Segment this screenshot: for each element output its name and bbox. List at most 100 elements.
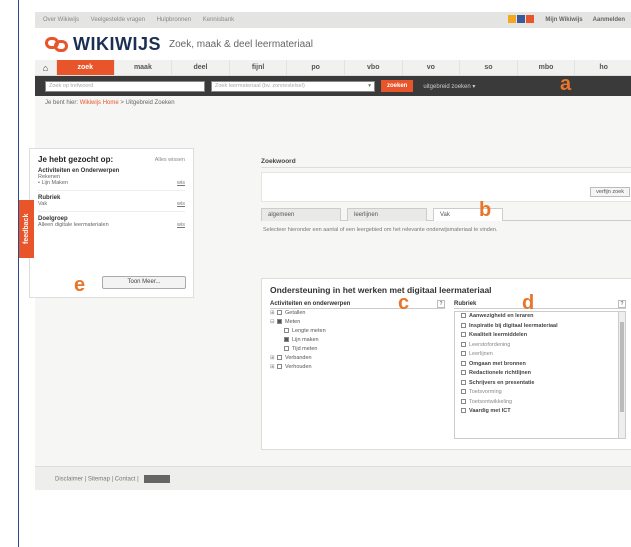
footer-links[interactable]: Disclaimer | Sitemap | Contact | — [55, 477, 139, 483]
checkbox[interactable] — [461, 360, 466, 366]
list-item[interactable]: Redactionele richtlijnen — [455, 369, 617, 379]
checkbox[interactable] — [277, 364, 282, 370]
facebook-icon[interactable] — [517, 15, 526, 23]
home-tab[interactable]: ⌂ — [35, 60, 57, 75]
tree-item[interactable]: Lengte meten — [270, 327, 445, 336]
list-item[interactable]: Kwaliteit leermiddelen — [455, 331, 617, 341]
checkbox[interactable] — [461, 332, 466, 338]
breadcrumb-home-link[interactable]: Wikiwijs Home — [80, 100, 119, 106]
tree-item[interactable]: ⊟ Meten — [270, 318, 445, 327]
remove-filter-link[interactable]: wis — [177, 222, 185, 228]
tab-vak[interactable]: Vak — [433, 208, 503, 221]
login-link[interactable]: Aanmelden — [593, 17, 625, 23]
list-item[interactable]: Toetsontwikkeling — [455, 398, 617, 408]
clear-all-link[interactable]: Alles wissen — [155, 157, 185, 163]
top-link[interactable]: Hulpbronnen — [157, 17, 191, 23]
tree-item[interactable]: Lijn maken — [270, 336, 445, 345]
help-icon[interactable]: ? — [437, 300, 445, 308]
main-nav: ⌂ zoek maak deel fijnl po vbo vo so mbo … — [35, 60, 631, 76]
brand-header: WIKIWIJS Zoek, maak & deel leermateriaal — [35, 28, 631, 60]
tab-zoek[interactable]: zoek — [57, 60, 115, 75]
list-item-label: Omgaan met bronnen — [469, 360, 526, 367]
tab-po[interactable]: po — [287, 60, 345, 75]
expand-icon[interactable]: ⊞ — [270, 309, 277, 318]
tree-item-label: Verbanden — [285, 355, 312, 361]
remove-filter-link[interactable]: wis — [177, 180, 185, 186]
support-title: Ondersteuning in het werken met digitaal… — [270, 285, 492, 295]
top-link[interactable]: Kennisbank — [203, 17, 234, 23]
checkbox[interactable] — [461, 408, 466, 414]
checkbox[interactable] — [461, 351, 466, 357]
checkbox[interactable] — [277, 319, 282, 325]
search-select-value: Zoek leermateriaal (bv. zonnestelsel) — [215, 82, 305, 89]
marker-a: a — [560, 73, 572, 95]
list-item[interactable]: Aanwezigheid en leraren — [455, 312, 617, 322]
tree-item[interactable]: ⊞ Verhouden — [270, 363, 445, 372]
tab-algemeen[interactable]: algemeen — [261, 208, 341, 221]
feedback-tab[interactable]: feedback — [19, 200, 34, 258]
summary-value-text: • Lijn Maken — [38, 180, 69, 186]
checkbox[interactable] — [277, 355, 282, 361]
list-item[interactable]: Schrijvers en presentatie — [455, 379, 617, 389]
scrollbar-thumb[interactable] — [620, 322, 624, 412]
list-item[interactable]: Vaardig met ICT — [455, 407, 617, 417]
help-icon[interactable]: ? — [618, 300, 626, 308]
top-link[interactable]: Veelgestelde vragen — [91, 17, 145, 23]
tab-so[interactable]: so — [460, 60, 518, 75]
list-item[interactable]: Omgaan met bronnen — [455, 360, 617, 370]
checkbox[interactable] — [461, 322, 466, 328]
checkbox[interactable] — [284, 346, 289, 352]
checkbox[interactable] — [277, 310, 282, 316]
checkbox[interactable] — [284, 337, 289, 343]
top-bar: Over Wikiwijs Veelgestelde vragen Hulpbr… — [35, 12, 631, 28]
summary-value-text: Vak — [38, 201, 48, 207]
tab-ho[interactable]: ho — [575, 60, 631, 75]
tab-fijnl[interactable]: fijnl — [230, 60, 288, 75]
mail-icon[interactable] — [526, 15, 535, 23]
tab-vo[interactable]: vo — [403, 60, 461, 75]
list-item-label: Leerlijnen — [469, 351, 493, 357]
list-item[interactable]: Leerlijnen — [455, 350, 617, 360]
tab-vbo[interactable]: vbo — [345, 60, 403, 75]
wikiwijs-logo-icon[interactable] — [45, 35, 69, 53]
show-more-button[interactable]: Toon Meer... — [102, 276, 186, 289]
checkbox[interactable] — [461, 313, 466, 319]
listbox-scrollbar[interactable] — [618, 312, 625, 438]
filter-tabs: algemeen leerlijnen Vak b — [261, 200, 631, 221]
breadcrumb-prefix: Je bent hier: — [45, 100, 79, 106]
logo-text[interactable]: WIKIWIJS — [73, 34, 161, 55]
checkbox[interactable] — [284, 328, 289, 334]
checkbox[interactable] — [461, 341, 466, 347]
expand-icon[interactable]: ⊞ — [270, 363, 277, 372]
top-links: Over Wikiwijs Veelgestelde vragen Hulpbr… — [43, 17, 244, 23]
checkbox[interactable] — [461, 389, 466, 395]
chevron-down-icon: ▾ — [368, 82, 371, 89]
rubriek-listbox[interactable]: Aanwezigheid en leraren Inspiratie bij d… — [454, 311, 626, 439]
remove-filter-link[interactable]: wis — [177, 201, 185, 207]
tree-item[interactable]: ⊞ Getallen — [270, 309, 445, 318]
checkbox[interactable] — [461, 379, 466, 385]
list-item[interactable]: Toetsvorming — [455, 388, 617, 398]
home-icon: ⌂ — [42, 63, 49, 73]
expand-icon[interactable]: ⊞ — [270, 354, 277, 363]
tree-item[interactable]: ⊞ Verbanden — [270, 354, 445, 363]
tab-maak[interactable]: maak — [115, 60, 173, 75]
list-item[interactable]: Leerstofordening — [455, 341, 617, 351]
tree-item[interactable]: Tijd meten — [270, 345, 445, 354]
creative-commons-icon[interactable] — [144, 475, 171, 483]
my-wikiwijs-link[interactable]: Mijn Wikiwijs — [545, 17, 582, 23]
tab-deel[interactable]: deel — [172, 60, 230, 75]
refine-button[interactable]: verfijn zoek — [590, 187, 630, 197]
top-link[interactable]: Over Wikiwijs — [43, 17, 79, 23]
list-item-label: Leerstofordening — [469, 341, 511, 348]
rss-icon[interactable] — [508, 15, 517, 23]
checkbox[interactable] — [461, 370, 466, 376]
list-item[interactable]: Inspiratie bij digitaal leermateriaal — [455, 322, 617, 332]
collapse-icon[interactable]: ⊟ — [270, 318, 277, 327]
search-type-select[interactable]: Zoek leermateriaal (bv. zonnestelsel) ▾ — [211, 80, 375, 92]
tab-leerlijnen[interactable]: leerlijnen — [347, 208, 427, 221]
search-input[interactable]: Zoek op trefwoord — [45, 80, 205, 92]
checkbox[interactable] — [461, 398, 466, 404]
search-button[interactable]: zoeken — [381, 80, 414, 92]
advanced-search-link[interactable]: uitgebreid zoeken ▾ — [423, 83, 475, 90]
